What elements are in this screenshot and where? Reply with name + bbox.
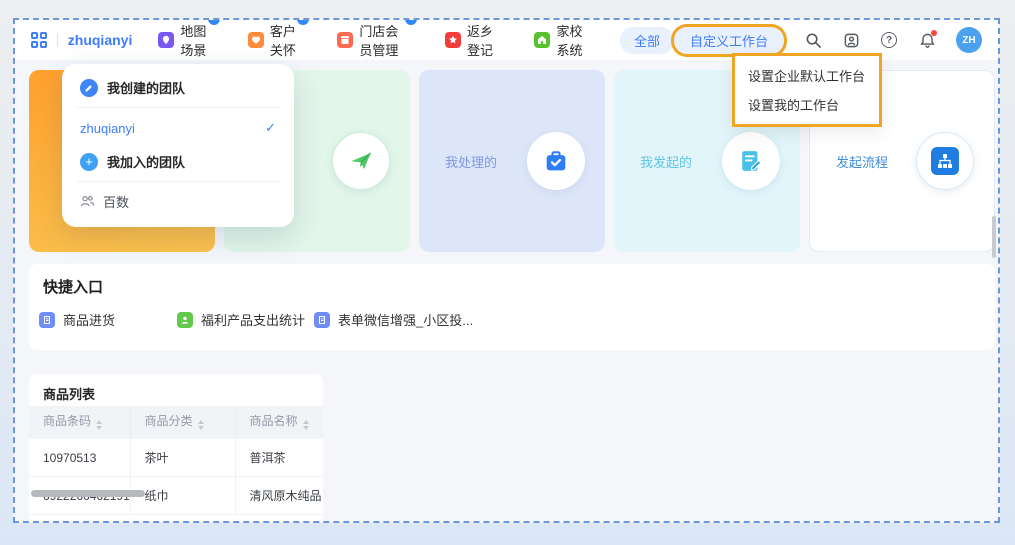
doc-edit-icon [722, 132, 780, 190]
contacts-icon[interactable] [842, 31, 860, 49]
edit-badge-icon: ✎ [208, 18, 220, 25]
workspace-name[interactable]: zhuqianyi [68, 32, 133, 48]
quick-links-card: 快捷入口 商品进货 福利产品支出统计 表单微信增强_小区投... [29, 264, 995, 350]
home-school-icon [534, 32, 550, 48]
divider [57, 33, 58, 47]
quick-link-label: 福利产品支出统计 [201, 310, 305, 329]
tab-label: 返乡登记 [467, 21, 497, 59]
tab-store-membership[interactable]: 门店会员管理 ✎ [337, 21, 407, 59]
pencil-circle-icon [80, 79, 98, 97]
cell-category: 茶叶 [130, 439, 235, 477]
help-icon[interactable]: ? [880, 31, 898, 49]
paper-plane-icon [332, 132, 390, 190]
sort-icon[interactable] [96, 417, 102, 433]
apps-grid-icon[interactable] [31, 32, 47, 48]
tab-return-registration[interactable]: 返乡登记 [445, 21, 497, 59]
quick-link-label: 商品进货 [63, 310, 115, 329]
app-tabs: 地图场景 ✎ 客户关怀 ✎ 门店会员管理 ✎ [158, 21, 586, 59]
joined-teams-header: + 我加入的团队 [80, 152, 276, 171]
created-teams-header: 我创建的团队 [80, 78, 276, 97]
team-name: 百数 [103, 192, 129, 211]
table-row[interactable]: 10970513 茶叶 普洱茶 [29, 439, 323, 477]
customize-workbench-menu: 设置企业默认工作台 设置我的工作台 [732, 53, 882, 127]
customize-workbench-button[interactable]: 自定义工作台 [674, 27, 784, 54]
quick-link-label: 表单微信增强_小区投... [338, 310, 473, 329]
team-item-joined[interactable]: 百数 [80, 192, 276, 211]
menu-item-set-enterprise-default[interactable]: 设置企业默认工作台 [735, 61, 879, 90]
tab-label: 家校系统 [556, 21, 586, 59]
star-icon [445, 32, 461, 48]
card-label: 我发起的 [640, 152, 692, 171]
quick-link-welfare-stats[interactable]: 福利产品支出统计 [177, 310, 305, 329]
store-icon [337, 32, 353, 48]
divider [76, 181, 280, 182]
search-icon[interactable] [804, 31, 822, 49]
horizontal-scrollbar[interactable] [31, 490, 145, 497]
cell-name: 清风原木纯品 [235, 477, 323, 515]
column-header-category[interactable]: 商品分类 [130, 406, 235, 439]
cell-name: 普洱茶 [235, 439, 323, 477]
tab-home-school[interactable]: 家校系统 [534, 21, 586, 59]
card-label: 发起流程 [836, 152, 888, 171]
notification-dot [931, 30, 937, 36]
map-scene-icon [158, 32, 174, 48]
quick-links-title: 快捷入口 [43, 276, 103, 297]
screen: zhuqianyi 地图场景 ✎ 客户关怀 ✎ [0, 0, 1015, 545]
team-item-current[interactable]: zhuqianyi ✓ [80, 118, 276, 140]
document-icon [314, 312, 330, 328]
person-form-icon [177, 312, 193, 328]
user-avatar[interactable]: ZH [956, 27, 982, 53]
cell-barcode: 10970513 [29, 439, 130, 477]
tab-label: 地图场景 [180, 21, 210, 59]
tab-label: 客户关怀 [270, 21, 300, 59]
plus-circle-icon: + [80, 153, 98, 171]
people-icon [80, 194, 95, 209]
app-window: zhuqianyi 地图场景 ✎ 客户关怀 ✎ [13, 18, 1000, 523]
column-header-barcode[interactable]: 商品条码 [29, 406, 130, 439]
all-apps-pill[interactable]: 全部 [620, 27, 674, 54]
edit-badge-icon: ✎ [405, 18, 417, 25]
card-label: 我处理的 [445, 152, 497, 171]
quick-link-wechat-form[interactable]: 表单微信增强_小区投... [314, 310, 473, 329]
divider [76, 107, 280, 108]
tab-label: 门店会员管理 [359, 21, 407, 59]
column-header-name[interactable]: 商品名称 [235, 406, 323, 439]
topbar-right-group: 自定义工作台 ? ZH [674, 27, 982, 54]
sort-icon[interactable] [198, 417, 204, 433]
cell-category: 纸巾 [130, 477, 235, 515]
product-list-card: 商品列表 商品条码 商品分类 商品名称 [29, 374, 323, 523]
menu-item-set-my-workbench[interactable]: 设置我的工作台 [735, 90, 879, 119]
sitemap-icon [916, 132, 974, 190]
briefcase-check-icon [527, 132, 585, 190]
edit-badge-icon: ✎ [297, 18, 309, 25]
quick-link-product-purchase[interactable]: 商品进货 [39, 310, 115, 329]
vertical-scrollbar[interactable] [992, 216, 996, 258]
check-icon: ✓ [265, 120, 276, 136]
team-switcher-popup: 我创建的团队 zhuqianyi ✓ + 我加入的团队 百数 [62, 64, 294, 227]
tab-map-scene[interactable]: 地图场景 ✎ [158, 21, 210, 59]
sort-icon[interactable] [303, 417, 309, 433]
document-icon [39, 312, 55, 328]
customer-care-icon [248, 32, 264, 48]
product-table: 商品条码 商品分类 商品名称 10970513 茶叶 普洱茶 [29, 406, 323, 515]
workbench-card-my-todo[interactable]: 我处理的 [419, 70, 605, 252]
product-list-title: 商品列表 [43, 384, 95, 403]
team-name: zhuqianyi [80, 121, 135, 136]
tab-customer-care[interactable]: 客户关怀 ✎ [248, 21, 300, 59]
notifications-bell-icon[interactable] [918, 31, 936, 49]
